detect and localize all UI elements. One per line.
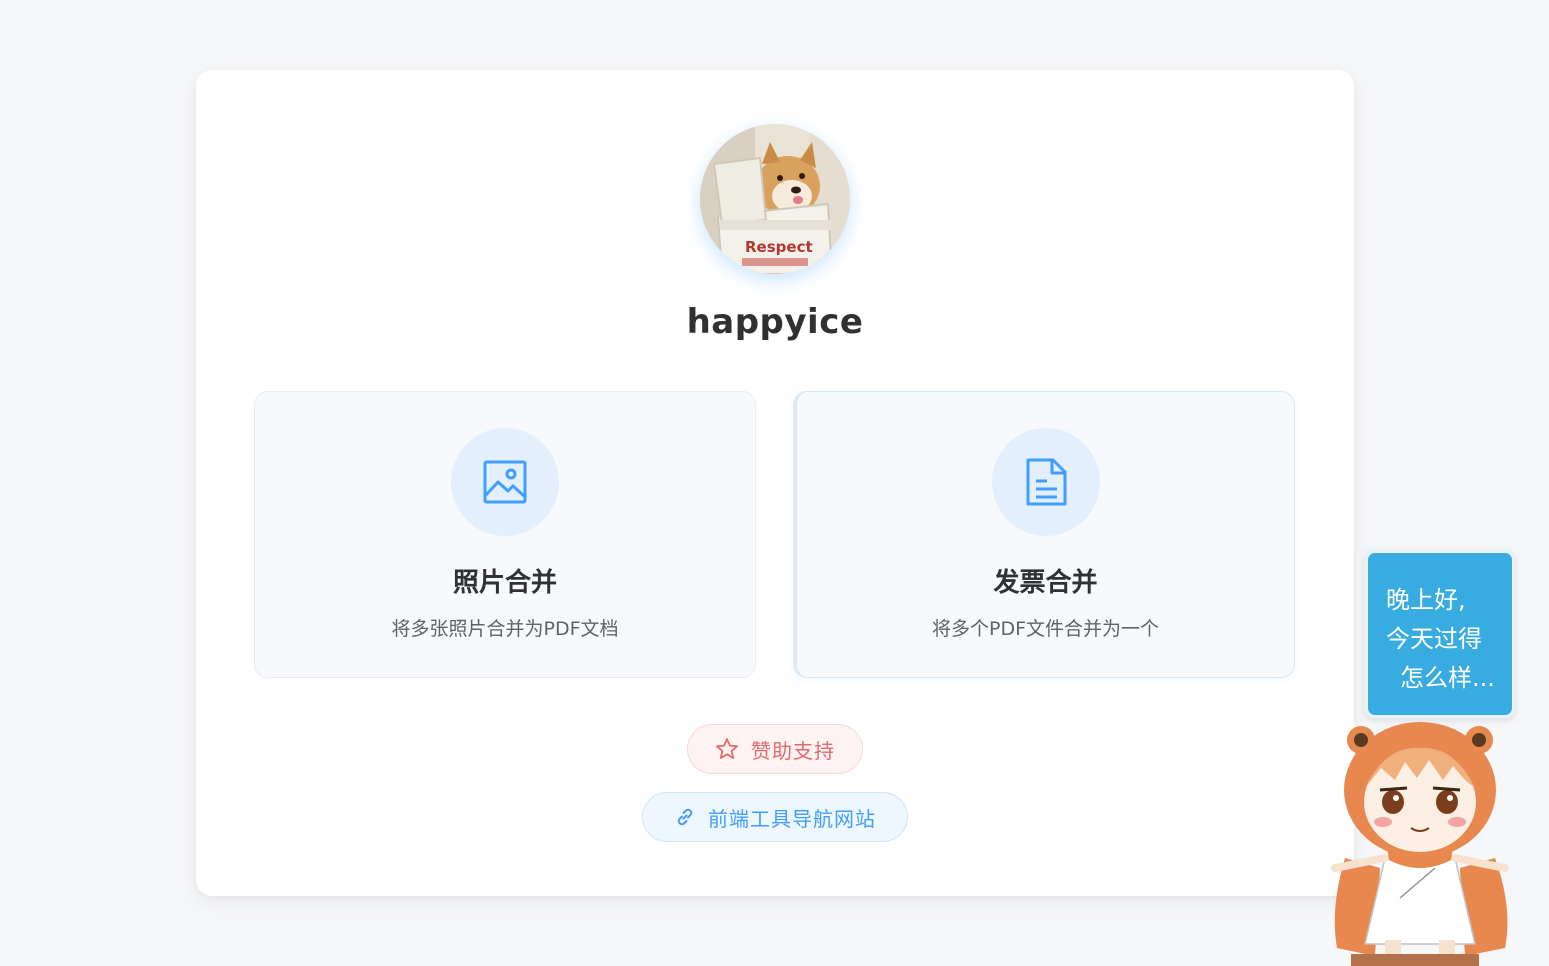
- username: happyice: [686, 302, 864, 342]
- main-card: Respect happyice 照片合并 将多张照片合并为PDF文档 发票合并…: [196, 70, 1354, 896]
- star-icon: [715, 737, 739, 761]
- speech-line-3: 怎么样...: [1400, 664, 1495, 692]
- photo-icon-badge: [451, 428, 559, 536]
- page: Respect happyice 照片合并 将多张照片合并为PDF文档 发票合并…: [0, 0, 1549, 966]
- avatar-caption: Respect: [745, 238, 813, 256]
- speech-line-2: 今天过得: [1386, 625, 1482, 653]
- sponsor-label: 赞助支持: [751, 738, 835, 763]
- photo-merge-title: 照片合并: [452, 568, 557, 598]
- mascot-speech-bubble: 晚上好, 今天过得 怎么样...: [1365, 550, 1515, 718]
- invoice-icon-badge: [991, 428, 1100, 536]
- photo-merge-description: 将多张照片合并为PDF文档: [391, 618, 619, 640]
- image-icon: [483, 460, 527, 504]
- invoice-merge-card[interactable]: 发票合并 将多个PDF文件合并为一个: [793, 391, 1295, 678]
- invoice-merge-title: 发票合并: [993, 568, 1098, 598]
- nav-site-label: 前端工具导航网站: [708, 806, 876, 831]
- document-icon: [1026, 458, 1066, 506]
- avatar-image: Respect: [700, 124, 850, 274]
- avatar: Respect: [700, 124, 850, 274]
- mascot-image: [1331, 722, 1509, 966]
- invoice-merge-description: 将多个PDF文件合并为一个: [931, 618, 1160, 640]
- mascot-character[interactable]: [1325, 718, 1515, 966]
- link-icon: [674, 806, 696, 828]
- sponsor-button[interactable]: 赞助支持: [687, 724, 863, 774]
- nav-site-button[interactable]: 前端工具导航网站: [642, 792, 908, 842]
- photo-merge-card[interactable]: 照片合并 将多张照片合并为PDF文档: [254, 391, 756, 678]
- speech-line-1: 晚上好,: [1386, 586, 1466, 614]
